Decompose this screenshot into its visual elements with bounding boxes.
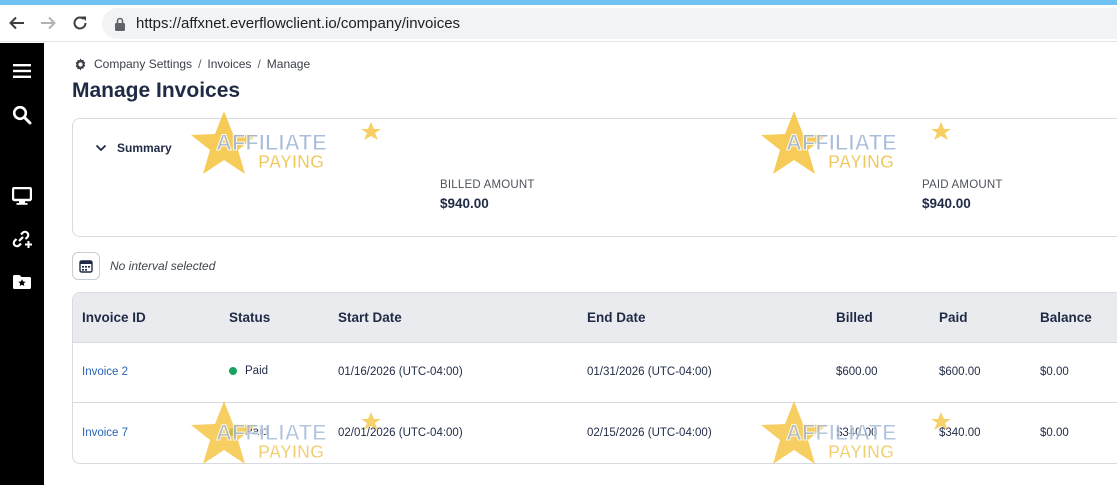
billed-cell: $600.00: [836, 366, 878, 378]
arrow-left-icon: [9, 16, 24, 30]
sidebar-link-button[interactable]: [7, 224, 37, 254]
status-text: Paid: [245, 365, 269, 377]
back-button[interactable]: [5, 11, 29, 35]
paid-cell: $600.00: [939, 366, 981, 378]
paid-amount-stat: PAID AMOUNT $940.00: [922, 179, 1003, 211]
paid-cell: $340.00: [939, 427, 981, 439]
end-date-cell: 02/15/2026 (UTC-04:00): [587, 427, 712, 439]
summary-toggle[interactable]: Summary: [95, 141, 172, 155]
arrow-right-icon: [41, 16, 56, 30]
billed-amount-value: $940.00: [440, 196, 489, 211]
sidebar-monitor-button[interactable]: [7, 181, 37, 211]
page-title: Manage Invoices: [72, 79, 241, 102]
interval-row: No interval selected: [72, 252, 215, 280]
invoices-table: Invoice ID Status Start Date End Date Bi…: [72, 292, 1117, 464]
summary-card: Summary BILLED AMOUNT $940.00 PAID AMOUN…: [72, 118, 1117, 237]
browser-toolbar: https://affxnet.everflowclient.io/compan…: [0, 5, 1117, 42]
main-content: Company Settings / Invoices / Manage Man…: [44, 43, 1117, 485]
breadcrumb-invoices[interactable]: Invoices: [207, 57, 251, 71]
column-header-balance[interactable]: Balance: [1040, 310, 1092, 325]
table-header: Invoice ID Status Start Date End Date Bi…: [73, 293, 1117, 343]
forward-button[interactable]: [36, 11, 60, 35]
monitor-icon: [12, 187, 32, 205]
status-badge: Paid: [229, 426, 268, 438]
column-header-status[interactable]: Status: [229, 310, 270, 325]
billed-amount-label: BILLED AMOUNT: [440, 179, 535, 191]
column-header-paid[interactable]: Paid: [939, 310, 968, 325]
menu-icon: [13, 64, 31, 78]
end-date-cell: 01/31/2026 (UTC-04:00): [587, 366, 712, 378]
status-dot-icon: [229, 428, 237, 436]
breadcrumb-company-settings[interactable]: Company Settings: [94, 57, 192, 71]
sidebar-search-button[interactable]: [7, 100, 37, 130]
url-text: https://affxnet.everflowclient.io/compan…: [136, 15, 461, 32]
billed-amount-stat: BILLED AMOUNT $940.00: [440, 179, 535, 211]
column-header-invoice-id[interactable]: Invoice ID: [82, 310, 146, 325]
table-row: Invoice 2 Paid 01/16/2026 (UTC-04:00) 01…: [73, 343, 1117, 403]
status-dot-icon: [229, 367, 237, 375]
start-date-cell: 02/01/2026 (UTC-04:00): [338, 427, 463, 439]
column-header-start-date[interactable]: Start Date: [338, 310, 402, 325]
breadcrumb-manage: Manage: [266, 57, 311, 71]
interval-status-text: No interval selected: [110, 259, 216, 273]
search-icon: [12, 105, 32, 125]
billed-cell: $340.00: [836, 427, 878, 439]
status-badge: Paid: [229, 365, 268, 377]
lock-icon: [115, 17, 125, 31]
sidebar: [0, 43, 44, 485]
column-header-end-date[interactable]: End Date: [587, 310, 646, 325]
reload-icon: [73, 16, 87, 30]
status-text: Paid: [245, 426, 269, 438]
folder-star-icon: [13, 275, 31, 289]
balance-cell: $0.00: [1040, 427, 1069, 439]
balance-cell: $0.00: [1040, 366, 1069, 378]
breadcrumb: Company Settings / Invoices / Manage: [74, 57, 310, 71]
chevron-down-icon: [95, 144, 107, 152]
address-bar[interactable]: https://affxnet.everflowclient.io/compan…: [102, 8, 1117, 39]
sidebar-folder-button[interactable]: [7, 267, 37, 297]
link-add-icon: [12, 230, 32, 248]
gear-icon: [75, 58, 86, 70]
breadcrumb-separator: /: [257, 57, 261, 71]
invoice-id-link[interactable]: Invoice 2: [82, 366, 128, 378]
sidebar-menu-button[interactable]: [7, 56, 37, 86]
table-row: Invoice 7 Paid 02/01/2026 (UTC-04:00) 02…: [73, 404, 1117, 463]
column-header-billed[interactable]: Billed: [836, 310, 873, 325]
invoice-id-link[interactable]: Invoice 7: [82, 427, 128, 439]
breadcrumb-separator: /: [198, 57, 202, 71]
calendar-icon: [79, 260, 93, 273]
paid-amount-value: $940.00: [922, 196, 971, 211]
reload-button[interactable]: [68, 11, 92, 35]
start-date-cell: 01/16/2026 (UTC-04:00): [338, 366, 463, 378]
date-range-button[interactable]: [72, 252, 100, 280]
summary-toggle-label: Summary: [117, 141, 172, 155]
paid-amount-label: PAID AMOUNT: [922, 179, 1003, 191]
